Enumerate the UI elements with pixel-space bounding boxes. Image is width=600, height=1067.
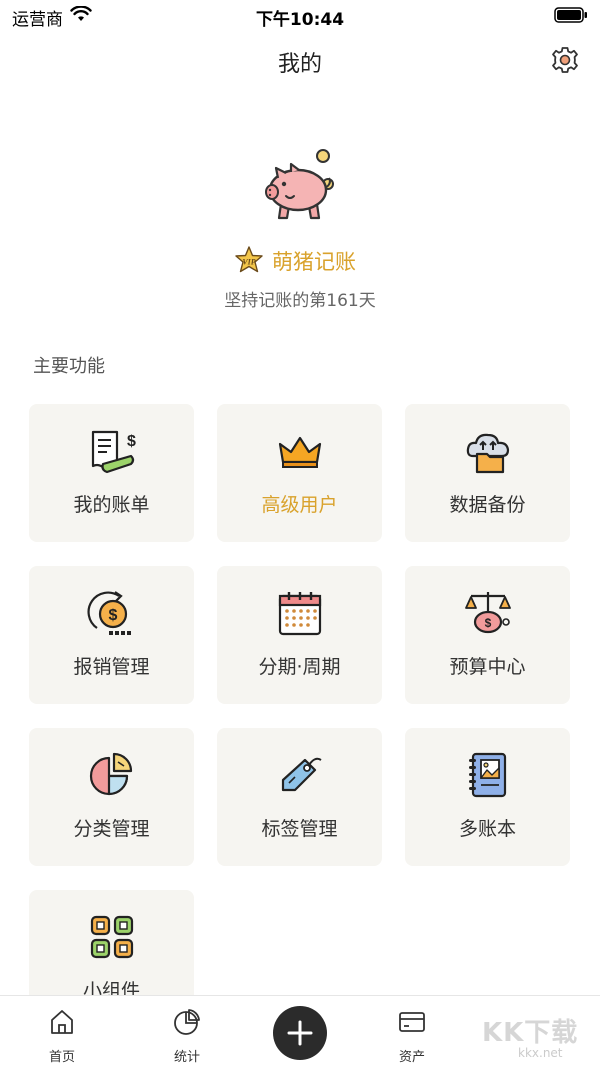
widget-grid-icon <box>90 915 134 959</box>
feature-label: 预算中心 <box>449 656 526 678</box>
page-title: 我的 <box>277 52 322 77</box>
feature-card-premium[interactable]: 高级用户 <box>217 404 382 542</box>
watermark-url: kkx.net <box>518 1046 563 1060</box>
chart-pie-icon <box>174 1009 200 1035</box>
streak-text: 坚持记账的第161天 <box>224 291 376 311</box>
feature-label: 我的账单 <box>73 494 150 516</box>
cloud-backup-icon <box>466 433 510 474</box>
svg-text:$: $ <box>127 433 136 450</box>
battery-icon <box>554 7 587 23</box>
feature-label: 分类管理 <box>73 818 150 840</box>
reimbursement-coin-icon: $ <box>87 591 131 635</box>
gear-icon[interactable] <box>550 45 580 75</box>
feature-label: 多账本 <box>458 818 516 840</box>
home-icon <box>51 1010 73 1034</box>
status-time: 下午10:44 <box>255 10 345 30</box>
tab-assets[interactable]: 资产 <box>367 996 457 1067</box>
watermark-logo: KK下载 <box>482 1018 579 1048</box>
tab-assets-label: 资产 <box>398 1050 425 1065</box>
section-title: 主要功能 <box>33 356 105 377</box>
feature-card-reimbursement[interactable]: $ 报销管理 <box>29 566 194 704</box>
svg-text:$: $ <box>485 616 492 630</box>
feature-card-installment[interactable]: 分期·周期 <box>217 566 382 704</box>
username: 萌猪记账 <box>272 250 356 274</box>
pig-avatar <box>265 149 334 220</box>
tab-home-label: 首页 <box>48 1050 75 1065</box>
feature-label: 数据备份 <box>449 494 526 516</box>
add-record-button[interactable] <box>273 1006 327 1060</box>
budget-scale-icon: $ <box>465 592 511 634</box>
crown-icon <box>278 436 322 468</box>
notebook-icon <box>469 752 507 798</box>
feature-label: 高级用户 <box>261 494 338 516</box>
feature-card-category[interactable]: 分类管理 <box>29 728 194 866</box>
feature-card-multi-book[interactable]: 多账本 <box>405 728 570 866</box>
category-pie-icon <box>89 752 133 796</box>
feature-label: 分期·周期 <box>258 656 341 678</box>
tab-home[interactable]: 首页 <box>17 996 107 1067</box>
svg-text:$: $ <box>109 607 118 624</box>
feature-label: 报销管理 <box>73 656 150 678</box>
wallet-icon <box>399 1012 425 1032</box>
bill-receipt-icon: $ <box>91 430 136 474</box>
plus-icon <box>287 1020 313 1046</box>
vip-badge-icon: VIP <box>235 246 263 273</box>
feature-card-backup[interactable]: 数据备份 <box>405 404 570 542</box>
tab-stats-label: 统计 <box>173 1050 200 1065</box>
status-bar: 运营商 下午10:44 <box>0 0 600 32</box>
tab-stats[interactable]: 统计 <box>142 996 232 1067</box>
feature-card-bills[interactable]: $ 我的账单 <box>29 404 194 542</box>
calendar-icon <box>278 592 322 636</box>
feature-card-tags[interactable]: 标签管理 <box>217 728 382 866</box>
tag-icon <box>281 757 322 792</box>
feature-card-budget[interactable]: $ 预算中心 <box>405 566 570 704</box>
vip-badge-label: VIP <box>242 258 255 267</box>
feature-label: 标签管理 <box>261 818 338 840</box>
